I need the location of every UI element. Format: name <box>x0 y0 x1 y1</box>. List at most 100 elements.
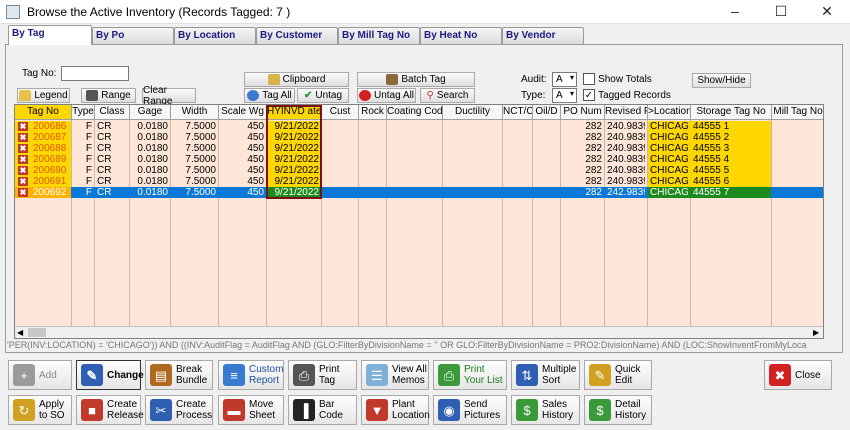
close-window-button[interactable]: ✕ <box>804 0 850 24</box>
tagged-records-box[interactable]: ✓ <box>583 89 595 102</box>
column-header[interactable]: >Location <box>648 105 691 120</box>
tag-all-button[interactable]: Tag All <box>244 88 295 103</box>
cell-type: F <box>85 143 92 154</box>
add-button[interactable]: + Add <box>8 360 72 390</box>
column-header[interactable]: Oil/D <box>533 105 561 120</box>
send-pictures-button[interactable]: ◉ Send Pictures <box>433 395 507 425</box>
column-header[interactable]: Ductility <box>443 105 503 120</box>
sales-history-button[interactable]: $ Sales History <box>511 395 580 425</box>
close-button[interactable]: ✖ Close <box>764 360 832 390</box>
column-header[interactable]: Coating Code <box>387 105 443 120</box>
tagged-x-icon[interactable]: ✖ <box>18 177 28 186</box>
cell-location: CHICAGO <box>650 154 688 165</box>
maximize-button[interactable]: ☐ <box>758 0 804 24</box>
tab-by-location[interactable]: By Location <box>174 27 256 44</box>
search-label: Search <box>436 90 469 101</box>
cell-location: CHICAGO <box>650 121 688 132</box>
table-row[interactable]: ✖ 200692 F CR 0.0180 7.5000 450 9/21/2022 282 242… <box>15 187 823 198</box>
tab-by-tag[interactable]: By Tag <box>8 25 92 45</box>
scroll-left-icon[interactable]: ◀ <box>17 328 23 337</box>
create-process-button[interactable]: ✂ Create Process <box>145 395 213 425</box>
tagged-x-icon[interactable]: ✖ <box>18 133 28 142</box>
minimize-button[interactable]: – <box>712 0 758 24</box>
tab-by-po[interactable]: By Po <box>92 27 174 44</box>
column-header[interactable]: Class <box>95 105 130 120</box>
column-header[interactable]: Gage <box>130 105 171 120</box>
quick-edit-button[interactable]: ✎ Quick Edit <box>584 360 652 390</box>
table-row[interactable]: ✖ 200691 F CR 0.0180 7.5000 450 9/21/2022 282 240… <box>15 176 823 187</box>
show-totals-checkbox[interactable]: Show Totals <box>583 73 652 86</box>
break-bundle-button[interactable]: ▤ Break Bundle <box>145 360 213 390</box>
column-header[interactable]: Width <box>171 105 219 120</box>
clear-range-button[interactable]: Clear Range <box>142 85 196 107</box>
sort-icon: ⇅ <box>516 364 538 386</box>
bar-code-button[interactable]: ▐ Bar Code <box>288 395 357 425</box>
apply-to-so-button[interactable]: ↻ Apply to SO <box>8 395 72 425</box>
table-row[interactable]: ✖ 200687 F CR 0.0180 7.5000 450 9/21/2022 282 240… <box>15 132 823 143</box>
cell-scale: 450 <box>247 132 264 143</box>
cell-gage: 0.0180 <box>137 165 168 176</box>
print-your-list-button[interactable]: ⎙ Print Your List <box>433 360 507 390</box>
column-header[interactable]: Type <box>72 105 95 120</box>
tab-by-mill-tag-no[interactable]: By Mill Tag No <box>338 27 420 44</box>
multiple-sort-button[interactable]: ⇅ Multiple Sort <box>511 360 580 390</box>
filter-expression: 'PER(INV:LOCATION) = 'CHICAGO')) AND ((I… <box>7 340 807 350</box>
inventory-grid[interactable]: Tag No Type Class Gage Width Scale Wg HYINVD a… <box>14 104 824 339</box>
tagged-x-icon[interactable]: ✖ <box>18 166 28 175</box>
scroll-right-icon[interactable]: ▶ <box>813 328 819 337</box>
column-header[interactable]: Tag No <box>15 105 72 120</box>
table-row[interactable]: ✖ 200688 F CR 0.0180 7.5000 450 9/21/2022 282 240… <box>15 143 823 154</box>
search-button[interactable]: ⚲ Search <box>420 88 475 103</box>
tag-no-input[interactable] <box>61 66 129 81</box>
column-header[interactable]: Storage Tag No <box>691 105 772 120</box>
legend-button[interactable]: Legend <box>17 88 70 103</box>
tagged-x-icon[interactable]: ✖ <box>18 122 28 131</box>
cell-type: F <box>85 121 92 132</box>
column-header[interactable]: Scale Wg <box>219 105 267 120</box>
column-header[interactable]: Mill Tag No <box>772 105 823 120</box>
toolbar-button-label: Create Process <box>176 399 213 421</box>
tagged-records-checkbox[interactable]: ✓ Tagged Records <box>583 89 671 102</box>
view-all-memos-button[interactable]: ☰ View All Memos <box>361 360 429 390</box>
move-sheet-button[interactable]: ▬ Move Sheet <box>218 395 284 425</box>
detail-history-button[interactable]: $ Detail History <box>584 395 652 425</box>
tab-by-vendor[interactable]: By Vendor <box>502 27 584 44</box>
tab-by-heat-no[interactable]: By Heat No <box>420 27 502 44</box>
clipboard-label: Clipboard <box>282 74 326 85</box>
batch-tag-button[interactable]: Batch Tag <box>357 72 475 87</box>
show-totals-box[interactable] <box>583 73 595 86</box>
cell-type: F <box>85 187 92 198</box>
tab-by-customer[interactable]: By Customer <box>256 27 338 44</box>
tagged-x-icon[interactable]: ✖ <box>18 144 28 153</box>
break-bundle-icon: ▤ <box>150 364 172 386</box>
column-header[interactable]: NCT/C <box>503 105 533 120</box>
table-row[interactable]: ✖ 200686 F CR 0.0180 7.5000 450 9/21/2022 282 240… <box>15 121 823 132</box>
type-select[interactable]: A ▾ <box>552 88 577 103</box>
table-row[interactable]: ✖ 200690 F CR 0.0180 7.5000 450 9/21/2022 282 240… <box>15 165 823 176</box>
toolbar-button-label: Change <box>107 369 144 381</box>
column-header[interactable]: Revised Pr <box>605 105 648 120</box>
custom-report-button[interactable]: ≡ Custom Report <box>218 360 284 390</box>
column-header[interactable]: Cust <box>322 105 359 120</box>
print-tag-button[interactable]: ⎙ Print Tag <box>288 360 357 390</box>
column-header[interactable]: PO Num <box>561 105 605 120</box>
tagged-x-icon[interactable]: ✖ <box>18 188 28 197</box>
audit-select[interactable]: A ▾ <box>552 72 577 87</box>
change-button[interactable]: ✎ Change <box>76 360 144 390</box>
cell-width: 7.5000 <box>185 143 216 154</box>
table-row[interactable]: ✖ 200689 F CR 0.0180 7.5000 450 9/21/2022 282 240… <box>15 154 823 165</box>
cell-storage: 44555 3 <box>693 143 730 154</box>
scroll-thumb[interactable] <box>28 328 46 337</box>
create-release-button[interactable]: ■ Create Release <box>76 395 144 425</box>
money-detail-icon: $ <box>589 399 611 421</box>
plant-location-button[interactable]: ▼ Plant Location <box>361 395 430 425</box>
untag-button[interactable]: ✔ Untag <box>297 88 349 103</box>
clipboard-button[interactable]: Clipboard <box>244 72 349 87</box>
tagged-x-icon[interactable]: ✖ <box>18 155 28 164</box>
column-header[interactable]: Rock <box>359 105 387 120</box>
range-button[interactable]: Range <box>81 88 136 103</box>
cell-type: F <box>85 165 92 176</box>
untag-all-button[interactable]: Untag All <box>357 88 416 103</box>
show-hide-button[interactable]: Show/Hide <box>692 73 751 88</box>
horizontal-scrollbar[interactable]: ◀ ▶ <box>16 326 823 338</box>
